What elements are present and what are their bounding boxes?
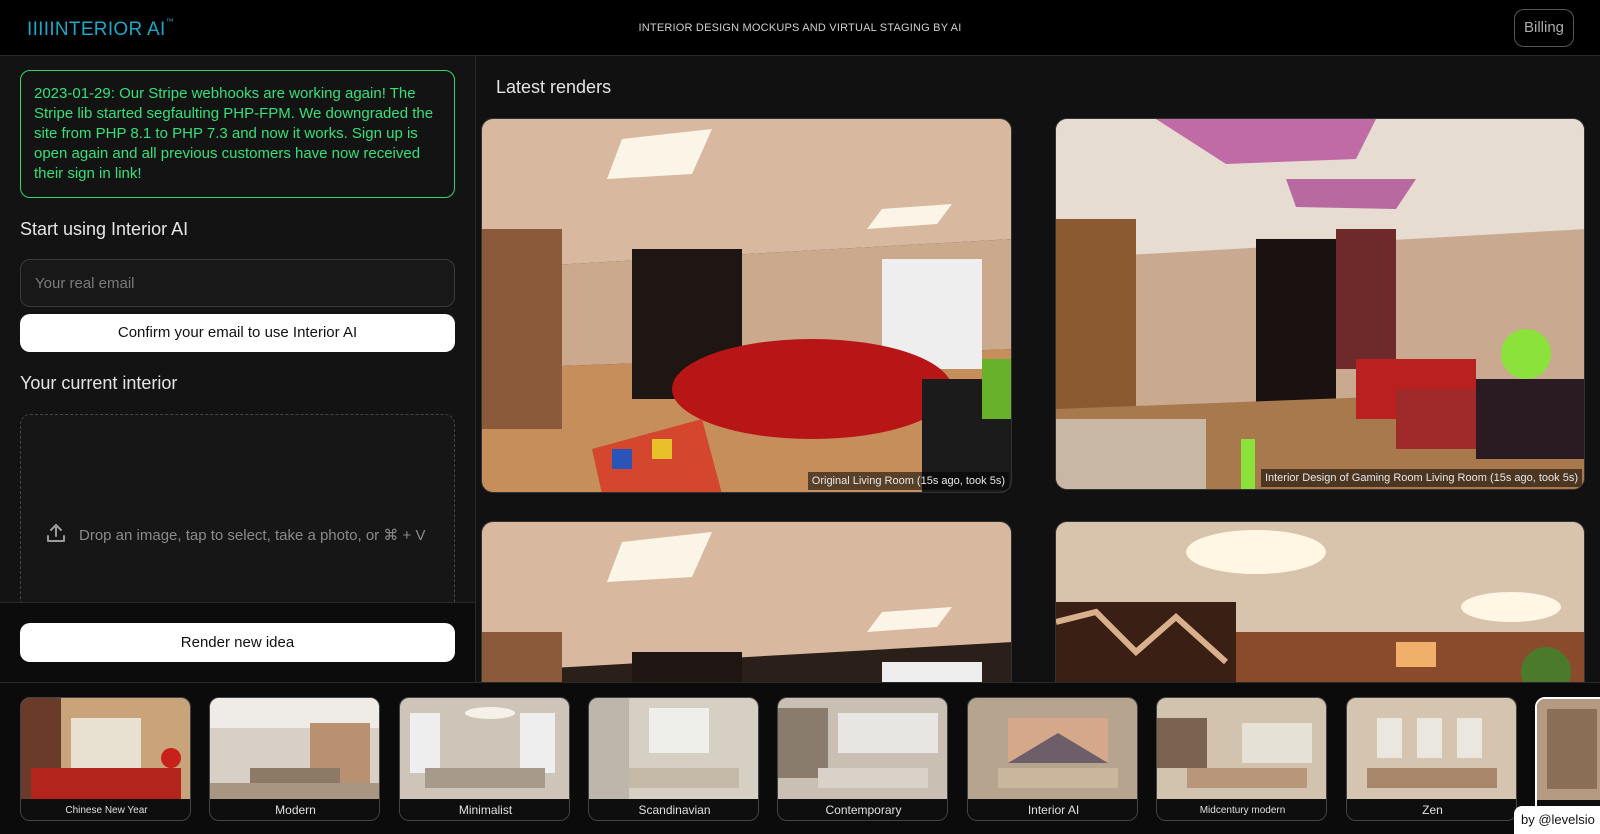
style-option[interactable] [1535, 697, 1600, 821]
start-heading: Start using Interior AI [20, 219, 189, 239]
style-thumbnail [1157, 698, 1326, 799]
render-image [482, 119, 1011, 492]
render-image [1056, 119, 1584, 489]
style-label: Contemporary [778, 799, 947, 820]
billing-button[interactable]: Billing [1514, 9, 1574, 47]
style-option[interactable]: Scandinavian [588, 697, 759, 821]
render-bar: Render new idea [0, 602, 475, 682]
render-caption: Original Living Room (15s ago, took 5s) [807, 472, 1009, 490]
style-option[interactable]: Minimalist [399, 697, 570, 821]
render-card[interactable]: Original Living Room (15s ago, took 5s) [481, 118, 1012, 493]
email-input[interactable] [20, 259, 455, 307]
upload-icon [45, 522, 67, 548]
announcement-notice: 2023-01-29: Our Stripe webhooks are work… [20, 70, 455, 198]
style-label: Modern [210, 799, 379, 820]
style-option[interactable]: Midcentury modern [1156, 697, 1327, 821]
top-header: IIIIINTERIOR AI™ INTERIOR DESIGN MOCKUPS… [0, 0, 1600, 56]
style-presets-strip: Chinese New Year Modern Minimalist Scand… [0, 682, 1600, 834]
style-label: Interior AI [968, 799, 1137, 820]
style-label: Minimalist [400, 799, 569, 820]
renders-panel: Latest renders Original Living Room (15s… [476, 56, 1600, 682]
dropzone-text: Drop an image, tap to select, take a pho… [79, 527, 426, 544]
style-thumbnail [589, 698, 758, 799]
left-panel: 2023-01-29: Our Stripe webhooks are work… [0, 56, 476, 682]
render-card[interactable] [1055, 521, 1585, 682]
render-caption: Interior Design of Gaming Room Living Ro… [1260, 469, 1582, 487]
render-card[interactable] [481, 521, 1012, 682]
style-label: Zen [1347, 799, 1516, 820]
style-thumbnail [1347, 698, 1516, 799]
style-option[interactable]: Interior AI [967, 697, 1138, 821]
style-thumbnail [210, 698, 379, 799]
style-thumbnail [21, 698, 190, 799]
confirm-email-button[interactable]: Confirm your email to use Interior AI [20, 314, 455, 352]
style-option[interactable]: Contemporary [777, 697, 948, 821]
style-label: Midcentury modern [1157, 799, 1326, 820]
style-thumbnail [400, 698, 569, 799]
author-credit-link[interactable]: by @levelsio [1514, 806, 1600, 834]
style-thumbnail [1537, 699, 1600, 800]
style-option[interactable]: Modern [209, 697, 380, 821]
render-image [482, 522, 1011, 682]
current-interior-heading: Your current interior [20, 373, 178, 393]
style-label: Chinese New Year [21, 799, 190, 820]
tagline: INTERIOR DESIGN MOCKUPS AND VIRTUAL STAG… [638, 22, 962, 34]
style-thumbnail [968, 698, 1137, 799]
style-option[interactable]: Zen [1346, 697, 1517, 821]
render-card[interactable]: Interior Design of Gaming Room Living Ro… [1055, 118, 1585, 490]
style-option[interactable]: Chinese New Year [20, 697, 191, 821]
style-thumbnail [778, 698, 947, 799]
render-image [1056, 522, 1584, 682]
latest-renders-heading: Latest renders [496, 77, 612, 97]
render-new-idea-button[interactable]: Render new idea [20, 623, 455, 662]
style-label: Scandinavian [589, 799, 758, 820]
